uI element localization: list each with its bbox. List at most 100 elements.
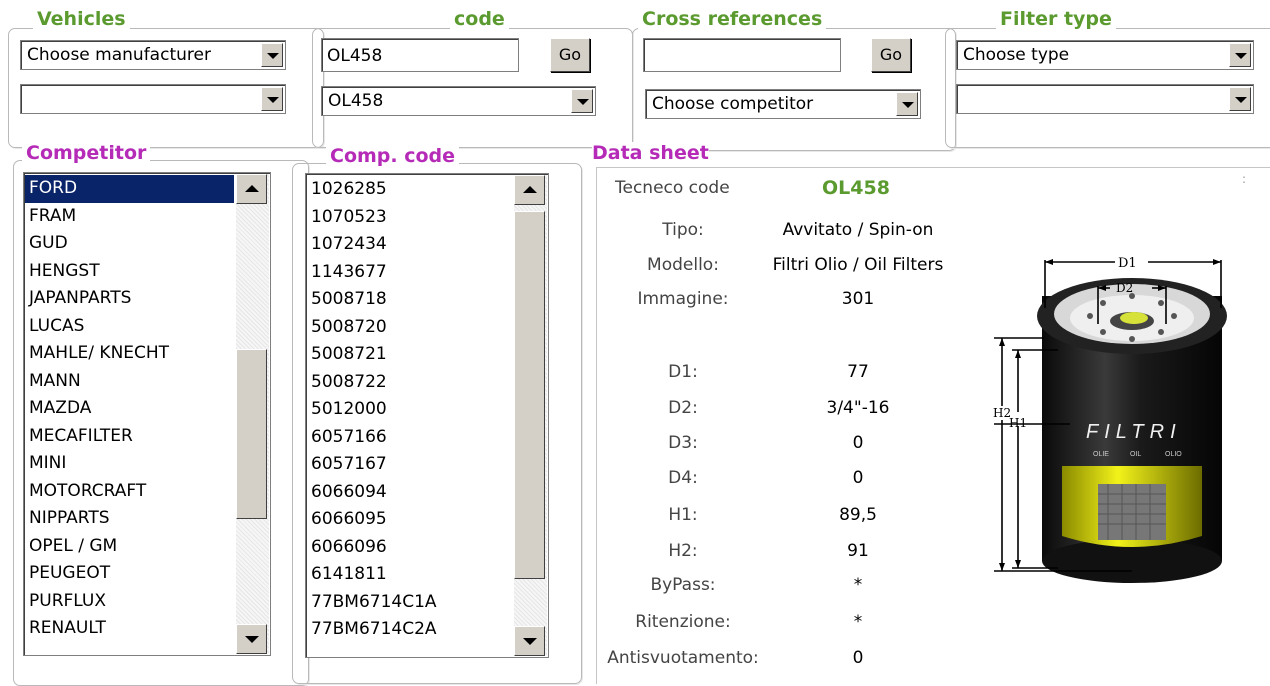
comp-code-legend: Comp. code <box>326 145 460 167</box>
corner-dot: : <box>1242 172 1247 186</box>
data-sheet-row-label: Modello: <box>647 255 719 275</box>
competitor-list-item[interactable]: OPEL / GM <box>25 533 234 561</box>
chevron-down-icon[interactable] <box>571 89 593 113</box>
competitor-legend: Competitor <box>22 142 151 164</box>
data-sheet-row-label: H2: <box>668 541 698 561</box>
diagram-d2-label: D2 <box>1116 281 1133 295</box>
chevron-down-icon[interactable] <box>1229 87 1251 111</box>
comp-code-list-item[interactable]: 5008721 <box>307 341 512 369</box>
data-sheet-row-value: * <box>853 612 863 632</box>
data-sheet-row-value: 3/4"-16 <box>826 398 890 418</box>
competitor-list-item[interactable]: MINI <box>25 450 234 478</box>
comp-code-list-item[interactable]: 5008720 <box>307 314 512 342</box>
cross-reference-input[interactable] <box>643 38 841 72</box>
comp-code-list-item[interactable]: 6066096 <box>307 534 512 562</box>
comp-code-list-item[interactable]: 77BM6714C2A <box>307 616 512 644</box>
competitor-list[interactable]: FORD FRAM GUD HENGST JAPANPARTS LUCAS MAHLE/ K… <box>23 172 271 656</box>
data-sheet-row-label: Tipo: <box>662 220 704 240</box>
competitor-select[interactable]: Choose competitor <box>645 89 921 119</box>
comp-code-scrollbar[interactable] <box>514 175 547 656</box>
filter-type-select-value: Choose type <box>963 45 1070 65</box>
data-sheet-row-value: Filtri Olio / Oil Filters <box>772 255 944 275</box>
competitor-list-item[interactable]: RENAULT <box>25 615 234 643</box>
data-sheet-row-label: Immagine: <box>637 289 729 309</box>
diagram-brand-text: FILTRI <box>1086 421 1182 443</box>
code-input[interactable]: OL458 <box>321 38 519 72</box>
code-go-button[interactable]: Go <box>550 38 590 72</box>
comp-code-list-item[interactable]: 1072434 <box>307 231 512 259</box>
diagram-h2-label: H2 <box>993 406 1011 420</box>
data-sheet-row-value: 0 <box>852 468 864 488</box>
diagram-d1-label: D1 <box>1118 256 1137 271</box>
competitor-list-item[interactable]: GUD <box>25 230 234 258</box>
scroll-up-icon[interactable] <box>514 175 545 205</box>
code-select[interactable]: OL458 <box>321 86 596 116</box>
scroll-thumb[interactable] <box>236 349 267 519</box>
scroll-up-icon[interactable] <box>236 174 267 204</box>
competitor-list-item[interactable]: PEUGEOT <box>25 560 234 588</box>
competitor-list-item[interactable]: MECAFILTER <box>25 423 234 451</box>
manufacturer-select[interactable]: Choose manufacturer <box>20 40 286 70</box>
diagram-sub2-text: OIL <box>1130 451 1141 458</box>
chevron-down-icon[interactable] <box>261 87 283 111</box>
competitor-list-item[interactable]: LUCAS <box>25 313 234 341</box>
comp-code-list-item[interactable]: 1070523 <box>307 204 512 232</box>
chevron-down-icon[interactable] <box>896 92 918 116</box>
data-sheet-legend: Data sheet <box>592 142 709 164</box>
data-sheet-row-label: D2: <box>668 398 698 418</box>
comp-code-list-item[interactable]: 5008722 <box>307 369 512 397</box>
scroll-down-icon[interactable] <box>236 624 267 654</box>
comp-code-list-item[interactable]: 6057167 <box>307 451 512 479</box>
vehicles-legend: Vehicles <box>33 8 130 30</box>
data-sheet-row-label: D4: <box>668 468 698 488</box>
chevron-down-icon[interactable] <box>261 43 283 67</box>
diagram-sub1-text: OLIE <box>1093 451 1109 458</box>
data-sheet-row-label: D1: <box>668 362 698 382</box>
comp-code-list-item[interactable]: 6057166 <box>307 424 512 452</box>
competitor-list-item[interactable]: MOTORCRAFT <box>25 478 234 506</box>
cross-reference-go-button[interactable]: Go <box>871 38 911 72</box>
diagram-sub3-text: OLIO <box>1165 451 1182 458</box>
competitor-list-item[interactable]: HENGST <box>25 258 234 286</box>
filter-diagram: FILTRI OLIE OIL OLIO D1 D2 H1 H2 <box>993 256 1227 583</box>
chevron-down-icon[interactable] <box>1229 43 1251 67</box>
data-sheet-panel: Tecneco code OL458 : Tipo: Avvitato / Spi… <box>596 167 1270 684</box>
competitor-list-item[interactable]: FRAM <box>25 203 234 231</box>
competitor-list-item[interactable]: MAHLE/ KNECHT <box>25 340 234 368</box>
data-sheet-row-value: 301 <box>841 289 875 309</box>
comp-code-list-item[interactable]: 77BM6714C1A <box>307 589 512 617</box>
competitor-select-value: Choose competitor <box>652 94 814 114</box>
comp-code-list-item[interactable]: 1143677 <box>307 259 512 287</box>
comp-code-list-item[interactable]: 5008718 <box>307 286 512 314</box>
competitor-list-item[interactable]: NIPPARTS <box>25 505 234 533</box>
code-input-value: OL458 <box>327 46 383 66</box>
comp-code-list-item[interactable]: 6066094 <box>307 479 512 507</box>
scroll-thumb[interactable] <box>514 211 545 579</box>
competitor-list-item[interactable]: MANN <box>25 368 234 396</box>
filter-type-select[interactable]: Choose type <box>956 40 1254 70</box>
data-sheet-row-value: 77 <box>847 362 869 382</box>
scroll-down-icon[interactable] <box>514 626 545 656</box>
data-sheet-row-value: Avvitato / Spin-on <box>782 220 934 240</box>
comp-code-list[interactable]: 1026285 1070523 1072434 1143677 5008718 50087… <box>305 173 549 658</box>
competitor-scrollbar[interactable] <box>236 174 269 654</box>
data-sheet-row-label: ByPass: <box>650 575 716 595</box>
competitor-list-item[interactable]: MAZDA <box>25 395 234 423</box>
filter-subtype-select[interactable] <box>956 84 1254 114</box>
cross-references-legend: Cross references <box>638 8 827 30</box>
comp-code-list-item[interactable]: 5012000 <box>307 396 512 424</box>
data-sheet-row-value: 0 <box>852 648 864 668</box>
data-sheet-row-value: 89,5 <box>839 505 877 525</box>
competitor-list-item[interactable]: PURFLUX <box>25 588 234 616</box>
data-sheet-row-label: H1: <box>668 505 698 525</box>
comp-code-list-item[interactable]: 6141811 <box>307 561 512 589</box>
data-sheet-row-value: * <box>853 575 863 595</box>
comp-code-list-item[interactable]: 6066095 <box>307 506 512 534</box>
competitor-list-item[interactable]: JAPANPARTS <box>25 285 234 313</box>
competitor-list-item[interactable]: FORD <box>25 175 234 203</box>
data-sheet-row-value: 91 <box>847 541 869 561</box>
filter-type-legend: Filter type <box>996 8 1116 30</box>
model-select[interactable] <box>20 84 286 114</box>
manufacturer-select-value: Choose manufacturer <box>27 45 211 65</box>
comp-code-list-item[interactable]: 1026285 <box>307 176 512 204</box>
